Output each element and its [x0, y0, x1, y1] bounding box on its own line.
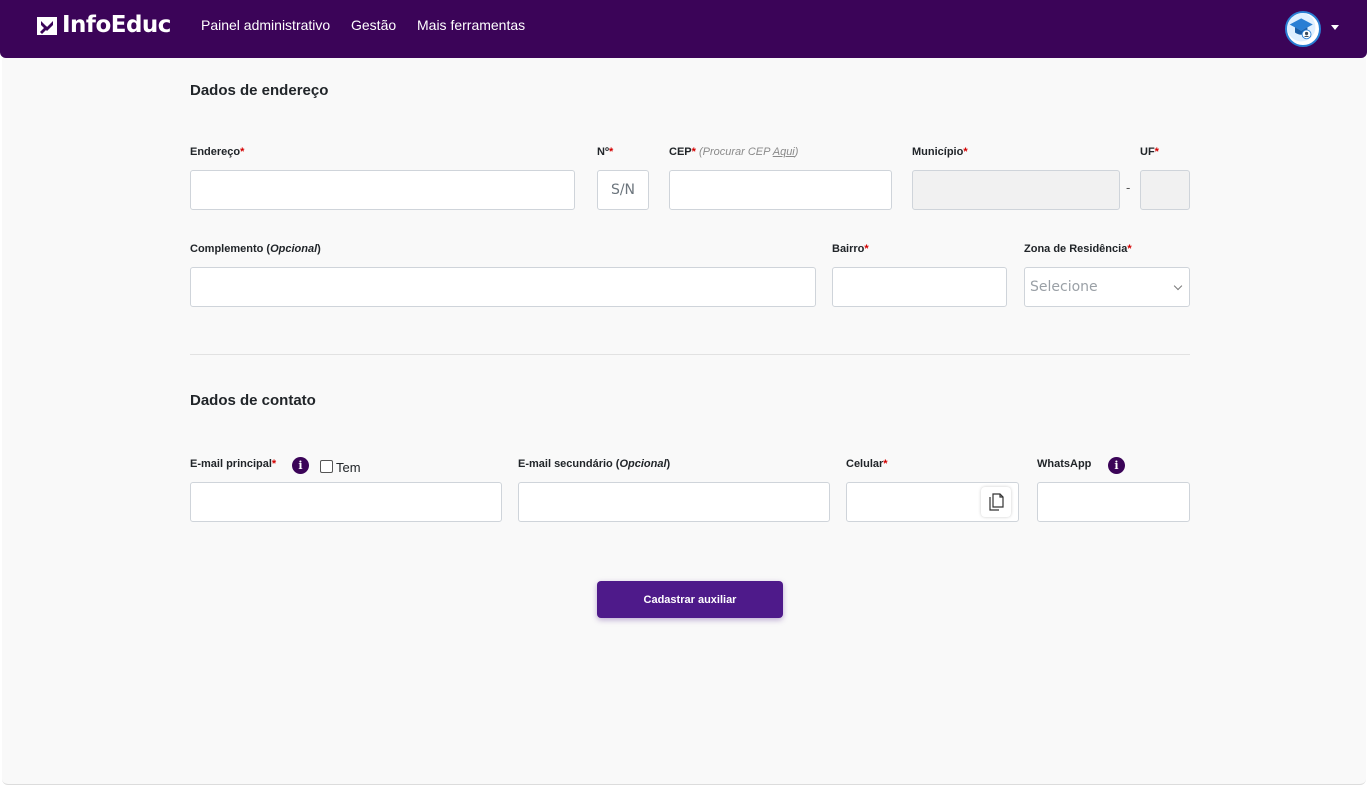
bairro-label: Bairro* — [832, 243, 869, 255]
infoeduc-logo-icon — [37, 17, 57, 35]
cep-hint-suffix: ) — [794, 146, 799, 158]
user-menu-caret-icon[interactable] — [1331, 25, 1339, 30]
required-marker: * — [240, 146, 245, 158]
whatsapp-label: WhatsApp — [1037, 458, 1092, 470]
municipio-label: Município* — [912, 146, 968, 158]
user-avatar[interactable] — [1285, 11, 1321, 47]
municipio-input — [912, 170, 1120, 210]
email-info-icon[interactable]: i — [292, 457, 309, 474]
uf-label-text: UF — [1140, 146, 1155, 158]
celular-label-text: Celular — [846, 458, 884, 470]
nav-gestao[interactable]: Gestão — [351, 17, 396, 33]
zona-selected-value: Selecione — [1030, 279, 1098, 295]
required-marker: * — [883, 458, 888, 470]
endereco-input[interactable] — [190, 170, 575, 210]
numero-input[interactable]: S/N — [597, 170, 649, 210]
required-marker: * — [1127, 243, 1132, 255]
section-divider — [190, 354, 1190, 355]
uf-input — [1140, 170, 1190, 210]
zona-residencia-label: Zona de Residência* — [1024, 243, 1132, 255]
endereco-label: Endereço* — [190, 146, 244, 158]
email-secundario-label: E-mail secundário (Opcional) — [518, 458, 670, 470]
endereco-label-text: Endereço — [190, 146, 241, 158]
municipio-uf-separator: - — [1126, 180, 1131, 195]
contact-section-title: Dados de contato — [190, 392, 316, 409]
celular-label: Celular* — [846, 458, 888, 470]
zona-residencia-select[interactable]: Selecione — [1024, 267, 1190, 307]
cep-label-text: CEP — [669, 146, 692, 158]
required-marker: * — [864, 243, 869, 255]
copy-to-whatsapp-button[interactable] — [981, 487, 1011, 517]
whatsapp-info-icon[interactable]: i — [1108, 457, 1125, 474]
copy-icon — [989, 493, 1004, 511]
required-marker: * — [271, 458, 277, 470]
cep-input[interactable] — [669, 170, 892, 210]
email-secundario-input[interactable] — [518, 482, 830, 522]
user-avatar-icon — [1287, 13, 1316, 42]
tem-email-checkbox[interactable] — [320, 460, 333, 473]
bairro-input[interactable] — [832, 267, 1007, 307]
nav-mais-ferramentas[interactable]: Mais ferramentas — [417, 17, 525, 33]
email-principal-input[interactable] — [190, 482, 502, 522]
whatsapp-input[interactable] — [1037, 482, 1190, 522]
optional-marker: Opcional — [619, 458, 667, 470]
required-marker: * — [608, 146, 614, 158]
brand-name: InfoEduc — [62, 12, 171, 38]
complemento-label: Complemento (Opcional) — [190, 243, 321, 255]
top-navbar: InfoEduc Painel administrativo Gestão Ma… — [0, 0, 1367, 58]
email-principal-label: E-mail principal* — [190, 458, 276, 470]
tem-email-label: Tem — [336, 460, 361, 475]
required-marker: * — [963, 146, 968, 158]
complemento-label-close: ) — [317, 243, 321, 255]
cadastrar-auxiliar-button[interactable]: Cadastrar auxiliar — [597, 581, 783, 618]
complemento-label-text: Complemento ( — [190, 243, 271, 255]
numero-label: Nº* — [597, 146, 613, 158]
brand-logo[interactable]: InfoEduc — [36, 12, 171, 38]
cep-label: CEP* (Procurar CEP Aqui) — [669, 146, 798, 158]
email2-label-text: E-mail secundário ( — [518, 458, 620, 470]
email-label-text: E-mail principal — [190, 458, 272, 470]
bairro-label-text: Bairro — [832, 243, 865, 255]
cep-search-link[interactable]: Aqui — [773, 146, 795, 158]
optional-marker: Opcional — [270, 243, 318, 255]
cep-hint: (Procurar CEP Aqui) — [699, 146, 798, 158]
required-marker: * — [691, 146, 696, 158]
complemento-input[interactable] — [190, 267, 816, 307]
numero-label-text: Nº — [597, 146, 609, 158]
uf-label: UF* — [1140, 146, 1159, 158]
required-marker: * — [1154, 146, 1159, 158]
nav-painel-administrativo[interactable]: Painel administrativo — [201, 17, 330, 33]
chevron-down-icon — [1173, 281, 1183, 291]
municipio-label-text: Município — [912, 146, 964, 158]
email2-label-close: ) — [666, 458, 671, 470]
cep-hint-prefix: (Procurar CEP — [698, 146, 773, 158]
address-section-title: Dados de endereço — [190, 82, 329, 99]
zona-label-text: Zona de Residência — [1024, 243, 1128, 255]
form-content: Dados de endereço Endereço* Nº* S/N CEP*… — [2, 58, 1366, 785]
